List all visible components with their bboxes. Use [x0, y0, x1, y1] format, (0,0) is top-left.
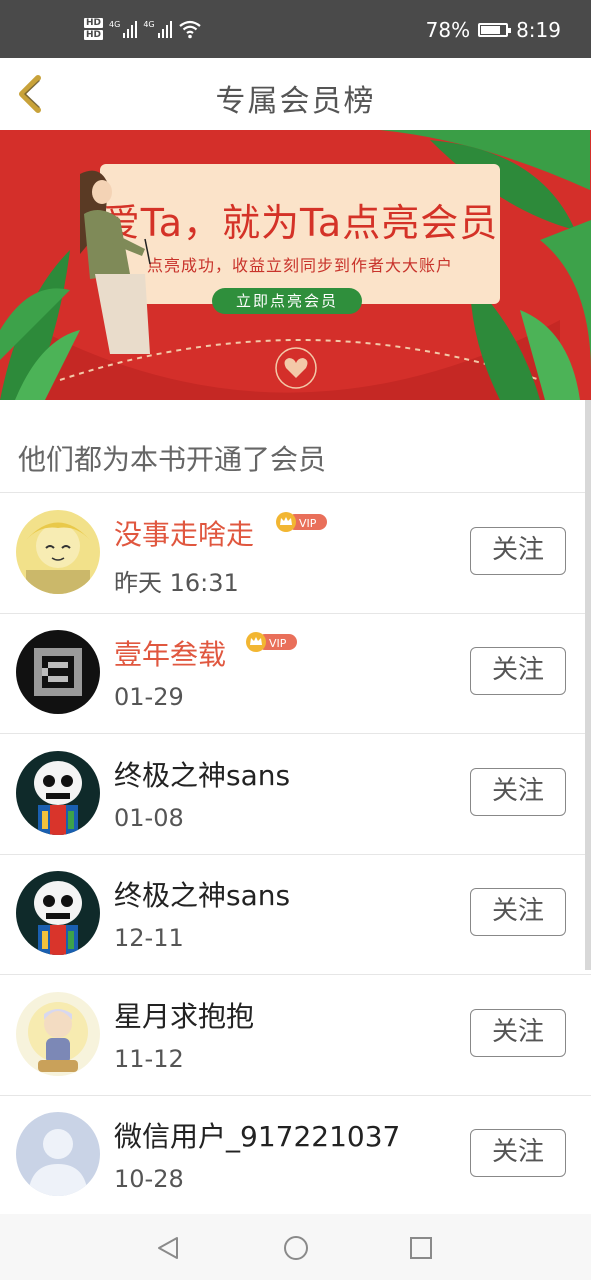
section-title: 他们都为本书开通了会员 [18, 443, 327, 476]
app-header: 专属会员榜 [0, 58, 591, 130]
promo-banner[interactable]: 爱Ta，就为Ta点亮会员 点亮成功，收益立刻同步到作者大大账户 立即点亮会员 [0, 130, 591, 400]
follow-button[interactable]: 关注 [470, 888, 566, 936]
nav-home-icon[interactable] [282, 1234, 310, 1262]
list-item[interactable]: 壹年叁载 VIP 01-29 关注 [0, 613, 591, 734]
member-name: 壹年叁载 [114, 638, 227, 671]
light-up-vip-button[interactable]: 立即点亮会员 [212, 288, 362, 314]
member-time: 11-12 [114, 1045, 184, 1073]
list-item[interactable]: 微信用户_917221037 10-28 关注 [0, 1095, 591, 1216]
member-name: 终极之神sans [114, 759, 291, 792]
follow-button[interactable]: 关注 [470, 768, 566, 816]
member-time: 昨天 16:31 [114, 569, 239, 597]
member-time: 01-29 [114, 683, 184, 711]
avatar[interactable] [16, 871, 100, 955]
member-name: 终极之神sans [114, 879, 291, 912]
member-name: 微信用户_917221037 [114, 1120, 401, 1153]
wifi-icon [178, 20, 201, 39]
member-name: 星月求抱抱 [114, 1000, 255, 1033]
hd-indicator: HD HD [84, 18, 104, 40]
girl-illustration [80, 170, 151, 354]
avatar[interactable] [16, 992, 100, 1076]
member-name: 没事走啥走 [114, 518, 255, 551]
member-time: 01-08 [114, 804, 184, 832]
vip-badge: VIP [276, 512, 327, 532]
list-item[interactable]: 没事走啥走 VIP 昨天 16:31 关注 [0, 493, 591, 614]
member-time: 12-11 [114, 924, 184, 952]
follow-button[interactable]: 关注 [470, 1009, 566, 1057]
avatar[interactable] [16, 630, 100, 714]
signal-icon: 4G [143, 20, 172, 38]
member-time: 10-28 [114, 1165, 184, 1193]
avatar[interactable] [16, 751, 100, 835]
nav-back-icon[interactable] [155, 1234, 183, 1262]
status-bar: HD HD 4G 4G 78% 8:19 [0, 0, 591, 58]
list-item[interactable]: 星月求抱抱 11-12 关注 [0, 975, 591, 1096]
battery-percent: 78% [425, 18, 471, 42]
list-item[interactable]: 终极之神sans 12-11 关注 [0, 854, 591, 975]
system-nav-bar [0, 1214, 591, 1280]
follow-button[interactable]: 关注 [470, 527, 566, 575]
svg-text:VIP: VIP [299, 517, 317, 530]
clock: 8:19 [516, 18, 561, 42]
follow-button[interactable]: 关注 [470, 1129, 566, 1177]
list-item[interactable]: 终极之神sans 01-08 关注 [0, 734, 591, 855]
battery-icon [478, 23, 512, 37]
page-title: 专属会员榜 [215, 84, 376, 119]
avatar[interactable] [16, 1112, 100, 1196]
nav-recent-apps-icon[interactable] [408, 1235, 434, 1261]
avatar[interactable] [16, 510, 100, 594]
signal-icon: 4G [109, 20, 138, 38]
vip-badge: VIP [246, 632, 297, 652]
scrollbar[interactable] [585, 400, 591, 970]
follow-button[interactable]: 关注 [470, 647, 566, 695]
svg-text:VIP: VIP [269, 637, 287, 650]
